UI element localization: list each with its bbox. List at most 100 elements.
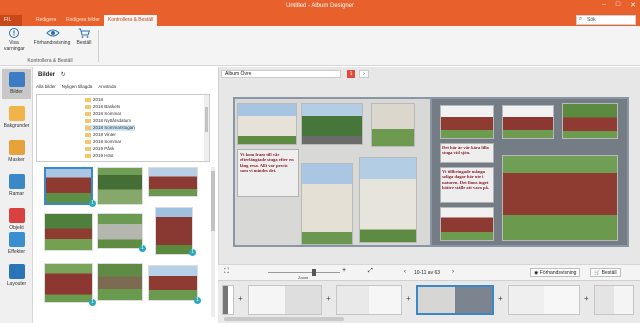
tree-item[interactable]: 2018 Sommar bbox=[85, 111, 121, 117]
photo-frame[interactable] bbox=[502, 105, 554, 139]
order-button[interactable]: 🛒 Beställ bbox=[590, 268, 621, 277]
nav-masks[interactable]: Masker bbox=[2, 137, 31, 167]
next-spread-button[interactable]: › bbox=[452, 269, 454, 275]
caption-text-right-top[interactable]: Det här är vår kära lilla stuga vid sjön… bbox=[442, 145, 492, 156]
preview-ribbon-button[interactable]: Förhandsvisning bbox=[32, 28, 72, 46]
photo-frame[interactable] bbox=[359, 157, 417, 243]
filmstrip-spread[interactable] bbox=[336, 285, 402, 315]
refresh-icon[interactable]: ↻ bbox=[61, 72, 66, 78]
tab-redigera-bilder[interactable]: Redigera bilder bbox=[62, 15, 104, 26]
tree-scroll-thumb[interactable] bbox=[205, 107, 208, 132]
page-warning-badge: 1 bbox=[347, 70, 355, 78]
photo-thumbnail[interactable] bbox=[148, 265, 198, 301]
subtab-used[interactable]: Använda bbox=[98, 84, 116, 89]
nav-photos[interactable]: Bilder bbox=[2, 69, 31, 99]
show-warnings-button[interactable]: Visa varningar bbox=[4, 28, 25, 52]
close-button[interactable]: ✕ bbox=[630, 1, 636, 9]
folder-icon bbox=[85, 146, 91, 151]
warning-icon bbox=[8, 28, 20, 38]
tab-file[interactable]: FIL bbox=[0, 15, 22, 26]
folder-tree: 2018 2018 Baskets 2018 Sommar 2018 Nyttå… bbox=[36, 94, 210, 162]
add-page-button[interactable]: + bbox=[326, 294, 331, 303]
masks-icon bbox=[8, 140, 25, 155]
album-spread[interactable]: Vi kom fram till vår efterlängtade stuga… bbox=[233, 97, 629, 247]
caption-text-left[interactable]: Vi kom fram till vår efterlängtade stuga… bbox=[240, 152, 296, 174]
nav-backgrounds[interactable]: Bakgrunder bbox=[2, 103, 31, 133]
filmstrip-spread[interactable] bbox=[508, 285, 580, 315]
filmstrip-spread[interactable] bbox=[222, 285, 234, 315]
filmstrip-scrollbar[interactable] bbox=[224, 317, 344, 321]
preview-button-label: Förhandsvisning bbox=[539, 270, 577, 276]
photo-thumbnail[interactable] bbox=[97, 263, 143, 301]
tree-item[interactable]: 2019 Höst bbox=[85, 153, 114, 159]
zoom-in-icon[interactable]: + bbox=[342, 267, 346, 274]
photo-frame[interactable] bbox=[371, 103, 415, 147]
panel-title: Bilder ↻ bbox=[38, 71, 66, 78]
tree-item[interactable]: 2019 Sommar bbox=[85, 139, 121, 145]
photo-thumbnail[interactable] bbox=[97, 213, 143, 249]
add-page-button[interactable]: + bbox=[584, 294, 589, 303]
folder-icon bbox=[85, 125, 91, 130]
tree-item-label: 2018 Baskets bbox=[93, 104, 121, 109]
folder-icon bbox=[85, 97, 91, 102]
left-page[interactable]: Vi kom fram till vår efterlängtade stuga… bbox=[235, 99, 430, 245]
search-field[interactable]: ⌕ Sök bbox=[576, 15, 636, 25]
tree-item[interactable]: 2018 Baskets bbox=[85, 104, 120, 110]
show-warnings-label: Visa varningar bbox=[4, 40, 25, 52]
photo-thumbnail[interactable] bbox=[155, 207, 193, 255]
zoom-slider-thumb[interactable] bbox=[312, 269, 316, 276]
order-ribbon-button[interactable]: Beställ bbox=[74, 28, 94, 46]
photo-grid-scrollbar[interactable] bbox=[211, 167, 215, 317]
minimize-button[interactable]: – bbox=[602, 1, 606, 9]
tree-item[interactable]: 2019 Påsk bbox=[85, 146, 114, 152]
add-page-button[interactable]: + bbox=[498, 294, 503, 303]
page-name-field[interactable]: Album Övre bbox=[221, 70, 341, 78]
search-icon: ⌕ bbox=[579, 16, 583, 22]
tree-item-selected[interactable]: 2018 Sommarstugan bbox=[85, 125, 135, 131]
photo-usage-badge: 1 bbox=[89, 200, 96, 207]
photo-frame[interactable] bbox=[440, 207, 494, 241]
preview-button[interactable]: ◉ Förhandsvisning bbox=[530, 268, 581, 277]
tree-item-label: 2019 Sommar bbox=[93, 139, 122, 144]
photo-grid: 1 1 1 1 1 bbox=[36, 167, 216, 323]
nav-layouts[interactable]: Layouter bbox=[2, 261, 31, 291]
tab-kontrollera-bestall[interactable]: Kontrollera & Beställ bbox=[104, 15, 158, 26]
photo-frame[interactable] bbox=[237, 103, 297, 145]
photo-thumbnail[interactable] bbox=[148, 167, 198, 197]
tree-item[interactable]: 2018 bbox=[85, 97, 103, 103]
prev-spread-button[interactable]: ‹ bbox=[404, 269, 406, 275]
tree-item[interactable]: 2019 Vinter bbox=[85, 132, 116, 138]
filmstrip-spread-selected[interactable] bbox=[416, 285, 494, 315]
nav-frames[interactable]: Ramar bbox=[2, 171, 31, 201]
photo-thumbnail[interactable] bbox=[44, 167, 93, 205]
tab-redigera[interactable]: Redigera bbox=[32, 15, 60, 26]
add-page-button[interactable]: + bbox=[238, 294, 243, 303]
right-page[interactable]: Det här är vår kära lilla stuga vid sjön… bbox=[432, 99, 627, 245]
photo-thumbnail[interactable] bbox=[44, 263, 93, 303]
expand-icon[interactable]: ⤢ bbox=[368, 268, 373, 275]
photo-thumbnail[interactable] bbox=[97, 167, 143, 205]
photo-frame[interactable] bbox=[562, 103, 618, 139]
nav-photos-label: Bilder bbox=[10, 89, 23, 95]
fit-to-screen-icon[interactable]: ⛶ bbox=[224, 268, 229, 276]
subtab-all-photos[interactable]: Alla bilder bbox=[36, 84, 56, 89]
tree-item-label: 2018 Sommarstugan bbox=[93, 125, 135, 130]
photo-frame[interactable] bbox=[301, 163, 353, 245]
filmstrip-spread[interactable] bbox=[248, 285, 322, 315]
nav-effects[interactable]: Effekter bbox=[2, 229, 31, 259]
next-page-button[interactable]: › bbox=[359, 70, 369, 78]
photo-thumbnail[interactable] bbox=[44, 213, 93, 251]
photos-panel: Bilder ↻ Alla bilder Nyligen tillagda An… bbox=[34, 67, 217, 323]
filmstrip-spread[interactable] bbox=[594, 285, 634, 315]
add-page-button[interactable]: + bbox=[406, 294, 411, 303]
photo-frame[interactable] bbox=[502, 155, 618, 241]
zoom-slider-track[interactable] bbox=[268, 272, 340, 273]
tree-item[interactable]: 2018 Nyttårsdatum bbox=[85, 118, 131, 124]
subtab-recent[interactable]: Nyligen tillagda bbox=[62, 84, 93, 89]
photo-frame[interactable] bbox=[301, 103, 363, 145]
photo-grid-scroll-thumb[interactable] bbox=[211, 171, 215, 231]
photo-frame[interactable] bbox=[440, 105, 494, 139]
tree-scrollbar[interactable] bbox=[204, 95, 209, 161]
caption-text-right-mid[interactable]: Vi tillbringade många soliga dagar här u… bbox=[442, 169, 492, 191]
maximize-button[interactable]: □ bbox=[616, 1, 620, 9]
